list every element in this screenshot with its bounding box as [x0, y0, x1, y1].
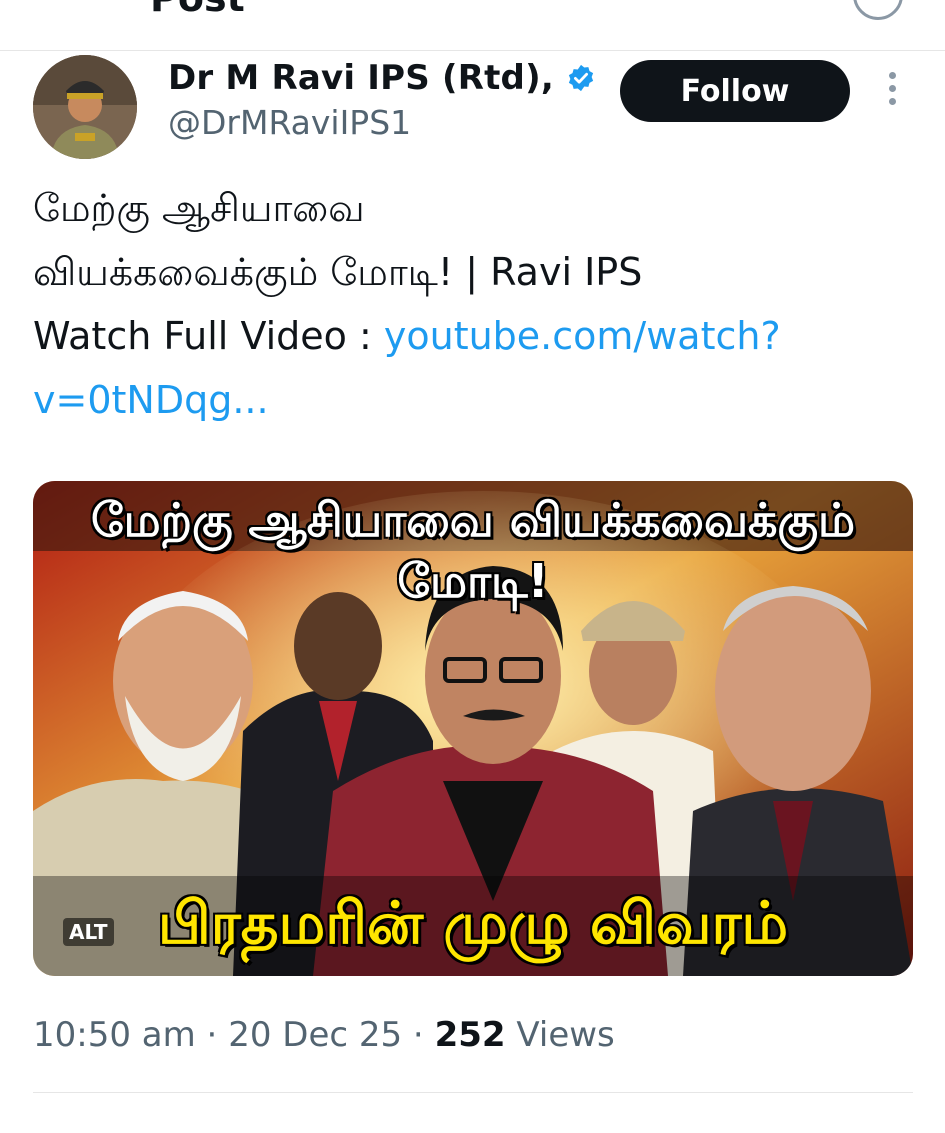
top-bar: Post	[0, 0, 945, 51]
header-action-icon[interactable]	[853, 0, 903, 20]
tweet-line-4: v=0tNDqg...	[33, 368, 913, 432]
youtube-link-continued[interactable]: v=0tNDqg...	[33, 378, 269, 422]
tweet-date[interactable]: 20 Dec 25	[228, 1015, 402, 1055]
media-thumbnail[interactable]: மேற்கு ஆசியாவை வியக்கவைக்கும் மோடி! பிரத…	[33, 481, 913, 976]
thumbnail-caption: பிரதமரின் முழு விவரம்	[157, 889, 789, 957]
header-title: Post	[150, 0, 245, 20]
meta-separator: ·	[195, 1015, 229, 1055]
author-name[interactable]: Dr M Ravi IPS (Rtd),	[168, 58, 554, 98]
follow-button[interactable]: Follow	[620, 60, 850, 122]
tweet-link-prefix: Watch Full Video :	[33, 314, 384, 358]
tweet-line-3: Watch Full Video : youtube.com/watch?	[33, 304, 913, 368]
views-label: Views	[505, 1015, 615, 1055]
views-count: 252	[434, 1015, 506, 1055]
alt-text-badge[interactable]: ALT	[63, 918, 114, 946]
tweet-text: மேற்கு ஆசியாவை வியக்கவைக்கும் மோடி! | Ra…	[33, 176, 913, 432]
avatar-image	[33, 55, 137, 159]
tweet-line-2: வியக்கவைக்கும் மோடி! | Ravi IPS	[33, 250, 643, 294]
author-handle[interactable]: @DrMRaviIPS1	[168, 103, 411, 142]
author-name-row: Dr M Ravi IPS (Rtd),	[168, 58, 596, 98]
tweet-time[interactable]: 10:50 am	[33, 1015, 196, 1055]
youtube-link[interactable]: youtube.com/watch?	[384, 314, 781, 358]
meta-separator: ·	[402, 1015, 435, 1055]
divider	[33, 1092, 913, 1093]
tweet-metadata: 10:50 am · 20 Dec 25 · 252 Views	[33, 1015, 615, 1055]
more-options-icon[interactable]	[884, 72, 900, 112]
thumbnail-headline: மேற்கு ஆசியாவை வியக்கவைக்கும் மோடி!	[90, 493, 856, 608]
tweet-line-1: மேற்கு ஆசியாவை	[33, 186, 365, 230]
avatar[interactable]	[33, 55, 137, 159]
verified-badge-icon	[568, 64, 594, 92]
